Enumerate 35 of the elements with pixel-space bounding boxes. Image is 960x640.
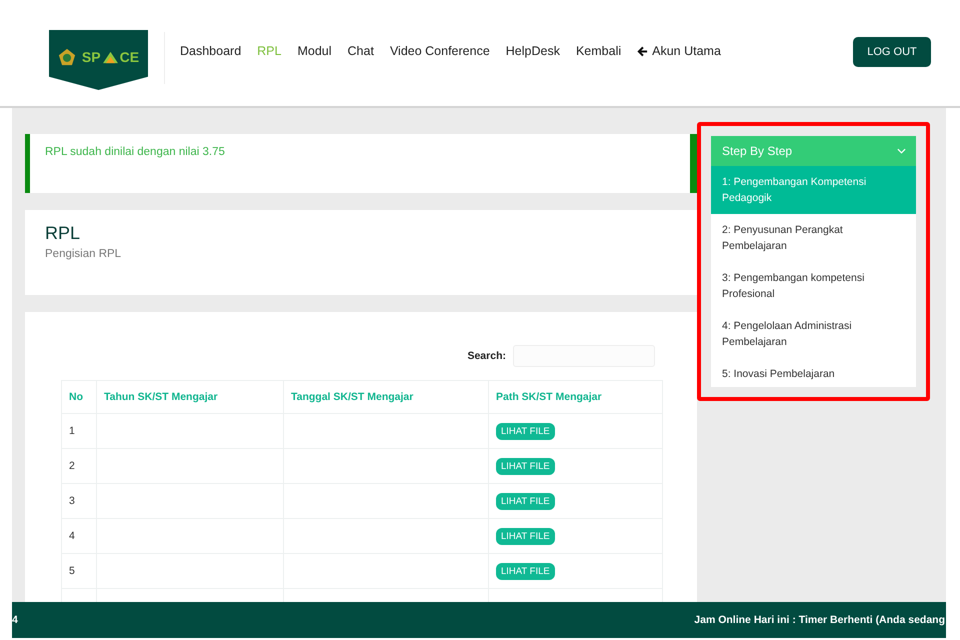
nav-link[interactable]: Kembali bbox=[568, 44, 630, 58]
table-cell: 2 bbox=[62, 448, 96, 484]
table-cell: 5 bbox=[62, 554, 96, 588]
step-item[interactable]: 3: Pengembangan kompetensi Profesional bbox=[711, 262, 916, 310]
table-cell: 4 bbox=[62, 518, 96, 554]
page-subtitle: Pengisian RPL bbox=[45, 248, 122, 260]
nav-link[interactable]: Dashboard bbox=[180, 44, 250, 58]
arrow-left-icon bbox=[637, 46, 648, 56]
step-item[interactable]: 4: Pengelolaan Administrasi Pembelajaran bbox=[711, 310, 916, 358]
steps-title: Step By Step bbox=[722, 144, 792, 158]
mountain-icon bbox=[102, 50, 118, 64]
nav-link[interactable]: Modul bbox=[289, 44, 340, 58]
online-timer-text: Jam Online Hari ini : Timer Berhenti (Anda sedang bbox=[694, 614, 945, 626]
column-header: Tanggal SK/ST Mengajar bbox=[284, 380, 488, 414]
search-label: Search: bbox=[467, 350, 506, 362]
page-title: RPL bbox=[45, 223, 82, 244]
logout-button[interactable]: LOG OUT bbox=[853, 37, 931, 67]
nav-link[interactable]: Chat bbox=[340, 44, 382, 58]
nav-link[interactable]: Video Conference bbox=[382, 44, 498, 58]
logo-text: SP bbox=[82, 49, 101, 65]
nav-link[interactable]: HelpDesk bbox=[498, 44, 568, 58]
step-item[interactable]: 2: Penyusunan Perangkat Pembelajaran bbox=[711, 214, 916, 262]
nav-link[interactable]: Akun Utama bbox=[629, 44, 729, 58]
column-header: No bbox=[62, 380, 96, 414]
logo-text: CE bbox=[120, 49, 140, 65]
column-header: Path SK/ST Mengajar bbox=[488, 380, 662, 414]
logo-badge[interactable]: SP CE bbox=[49, 30, 148, 90]
chevron-icon bbox=[897, 148, 906, 154]
step-item[interactable]: 5: Inovasi Pembelajaran bbox=[711, 358, 916, 387]
column-header: Tahun SK/ST Mengajar bbox=[96, 380, 284, 414]
emblem-icon bbox=[58, 48, 76, 66]
table-cell: 3 bbox=[62, 484, 96, 518]
table-cell: 1 bbox=[62, 414, 96, 448]
footer-text: 4 bbox=[12, 614, 18, 626]
alert-message: RPL sudah dinilai dengan nilai 3.75 bbox=[45, 146, 225, 158]
